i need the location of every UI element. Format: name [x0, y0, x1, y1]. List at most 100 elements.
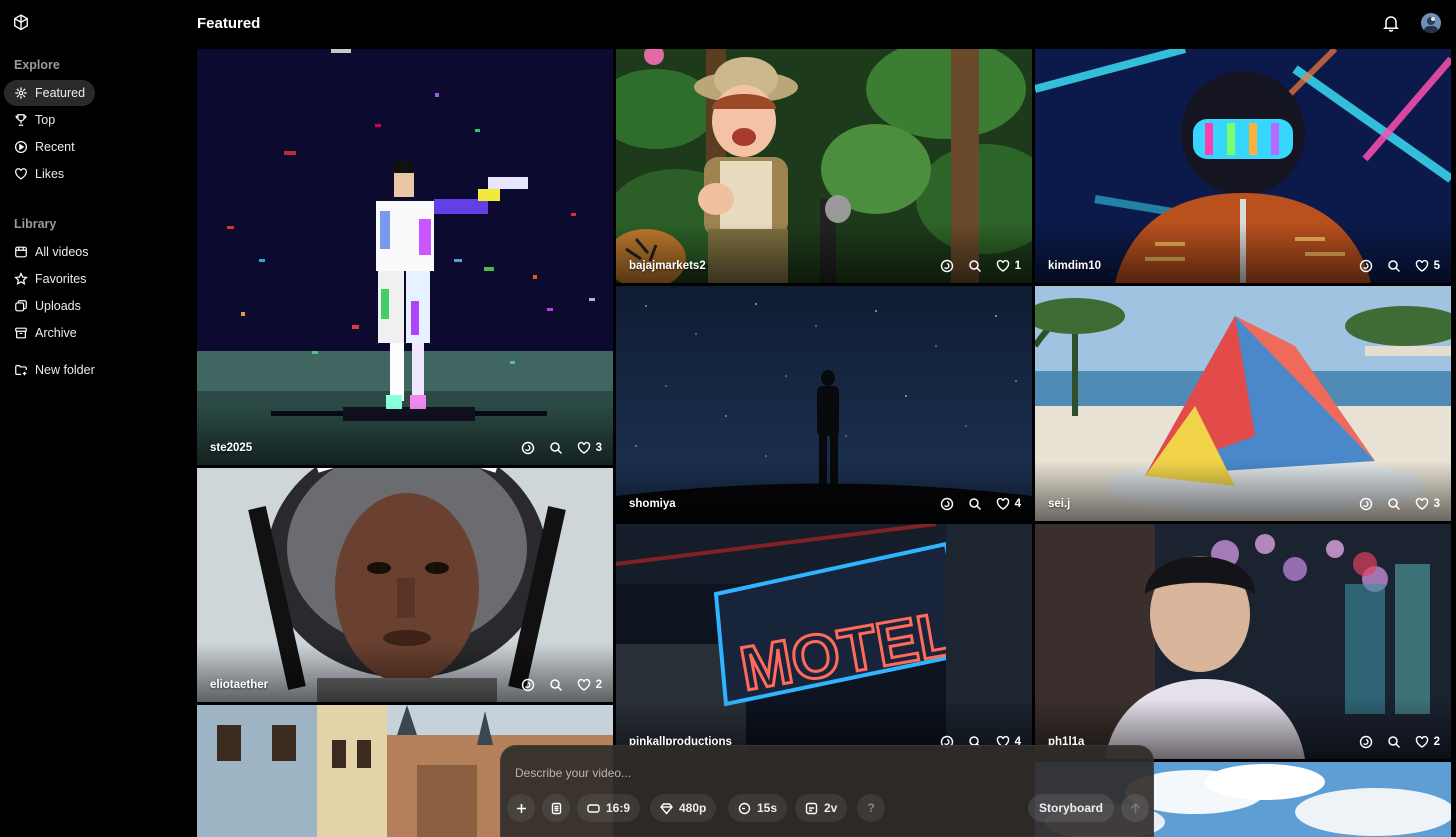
add-button[interactable] [507, 794, 535, 822]
heart-icon [15, 168, 27, 180]
trophy-icon [15, 114, 27, 126]
sidebar-item-featured[interactable]: Featured [4, 80, 96, 106]
like-button[interactable]: 2 [1415, 735, 1440, 749]
like-count: 3 [1433, 498, 1440, 510]
heart-icon [1415, 497, 1428, 510]
duration-value: 15s [757, 801, 778, 815]
search-icon[interactable] [549, 678, 563, 692]
presets-button[interactable] [542, 794, 570, 822]
avatar-image-icon [1421, 13, 1441, 33]
explore-section-title: Explore [14, 58, 60, 72]
prompt-input[interactable] [515, 764, 1115, 782]
bell-icon[interactable] [1382, 14, 1400, 32]
diamond-icon [660, 802, 673, 815]
video-card-shomiya[interactable]: shomiya 4 [616, 286, 1032, 521]
aspect-ratio-value: 16:9 [606, 801, 631, 815]
avatar[interactable] [1421, 13, 1441, 33]
remix-icon[interactable] [940, 259, 954, 273]
sidebar-item-likes[interactable]: Likes [4, 161, 74, 187]
like-button[interactable]: 1 [996, 259, 1021, 273]
star-icon [14, 272, 28, 286]
openai-logo-icon[interactable] [11, 13, 31, 33]
sidebar-item-label: Likes [35, 167, 65, 181]
sidebar-item-label: Favorites [35, 272, 87, 286]
aspect-ratio-icon [587, 803, 600, 813]
submit-button[interactable] [1121, 794, 1149, 822]
uploads-icon [15, 300, 27, 312]
like-button[interactable]: 3 [577, 441, 602, 455]
sidebar-item-top[interactable]: Top [4, 107, 65, 133]
like-button[interactable]: 4 [996, 497, 1021, 511]
new-folder-icon [15, 365, 27, 376]
prompt-composer: 16:9 480p 15s 2v ? Storyboard [500, 745, 1154, 837]
like-count: 3 [595, 442, 602, 454]
archive-icon [15, 327, 27, 339]
duration-button[interactable]: 15s [728, 794, 788, 822]
sidebar-item-label: New folder [35, 363, 95, 377]
resolution-button[interactable]: 480p [650, 794, 717, 822]
clock-icon [738, 802, 751, 814]
sidebar-item-label: Recent [35, 140, 75, 154]
sidebar-item-label: All videos [35, 245, 89, 259]
search-icon[interactable] [1387, 735, 1401, 749]
heart-icon [1415, 735, 1428, 748]
featured-icon [15, 87, 27, 99]
library-section-title: Library [14, 217, 57, 231]
heart-icon [996, 259, 1009, 272]
video-author[interactable]: sei.j [1048, 498, 1070, 510]
video-card-kimdim10[interactable]: kimdim10 5 [1035, 49, 1451, 283]
pixel-dancer-thumbnail-icon [197, 49, 613, 465]
sidebar-item-all-videos[interactable]: All videos [4, 239, 99, 265]
video-card-ph1l1a[interactable]: ph1l1a 2 [1035, 524, 1451, 759]
like-count: 5 [1433, 260, 1440, 272]
page-title: Featured [197, 15, 261, 32]
heart-icon [1415, 259, 1428, 272]
like-count: 2 [595, 679, 602, 691]
video-author[interactable]: eliotaether [210, 679, 268, 691]
heart-icon [996, 497, 1009, 510]
video-author[interactable]: shomiya [629, 498, 676, 510]
plus-icon [516, 803, 526, 813]
video-author[interactable]: kimdim10 [1048, 260, 1101, 272]
variations-value: 2v [824, 801, 838, 815]
help-button[interactable]: ? [857, 794, 885, 822]
remix-icon[interactable] [940, 497, 954, 511]
like-button[interactable]: 5 [1415, 259, 1440, 273]
remix-icon[interactable] [521, 678, 535, 692]
search-icon[interactable] [549, 441, 563, 455]
video-grid-icon [15, 246, 27, 258]
sidebar-item-label: Featured [35, 86, 86, 100]
aspect-ratio-button[interactable]: 16:9 [577, 794, 641, 822]
search-icon[interactable] [1387, 497, 1401, 511]
video-author[interactable]: bajajmarkets2 [629, 260, 706, 272]
variations-button[interactable]: 2v [795, 794, 848, 822]
remix-icon[interactable] [1359, 259, 1373, 273]
like-count: 2 [1433, 736, 1440, 748]
sidebar-item-label: Uploads [35, 299, 81, 313]
sidebar: Explore Featured Top Recent Likes Librar… [0, 0, 190, 837]
video-author[interactable]: ste2025 [210, 442, 252, 454]
video-card-ste2025[interactable]: ste2025 3 [197, 49, 613, 465]
like-count: 1 [1014, 260, 1021, 272]
sidebar-item-label: Top [35, 113, 56, 127]
video-card-bajajmarkets2[interactable]: bajajmarkets2 1 [616, 49, 1032, 283]
video-card-eliotaether[interactable]: eliotaether 2 [197, 468, 613, 702]
storyboard-button[interactable]: Storyboard [1028, 794, 1115, 822]
video-card-sei-j[interactable]: sei.j 3 [1035, 286, 1451, 521]
sidebar-item-favorites[interactable]: Favorites [4, 266, 96, 292]
video-card-pinkallproductions[interactable]: MOTEL pinkallproductions 4 [616, 524, 1032, 759]
remix-icon[interactable] [1359, 735, 1373, 749]
remix-icon[interactable] [521, 441, 535, 455]
sidebar-item-uploads[interactable]: Uploads [4, 293, 91, 319]
sidebar-item-recent[interactable]: Recent [4, 134, 85, 160]
search-icon[interactable] [1387, 259, 1401, 273]
search-icon[interactable] [968, 259, 982, 273]
new-folder-button[interactable]: New folder [4, 357, 105, 383]
search-icon[interactable] [968, 497, 982, 511]
like-button[interactable]: 2 [577, 678, 602, 692]
remix-icon[interactable] [1359, 497, 1373, 511]
sidebar-item-label: Archive [35, 326, 77, 340]
heart-icon [577, 441, 590, 454]
like-button[interactable]: 3 [1415, 497, 1440, 511]
sidebar-item-archive[interactable]: Archive [4, 320, 87, 346]
